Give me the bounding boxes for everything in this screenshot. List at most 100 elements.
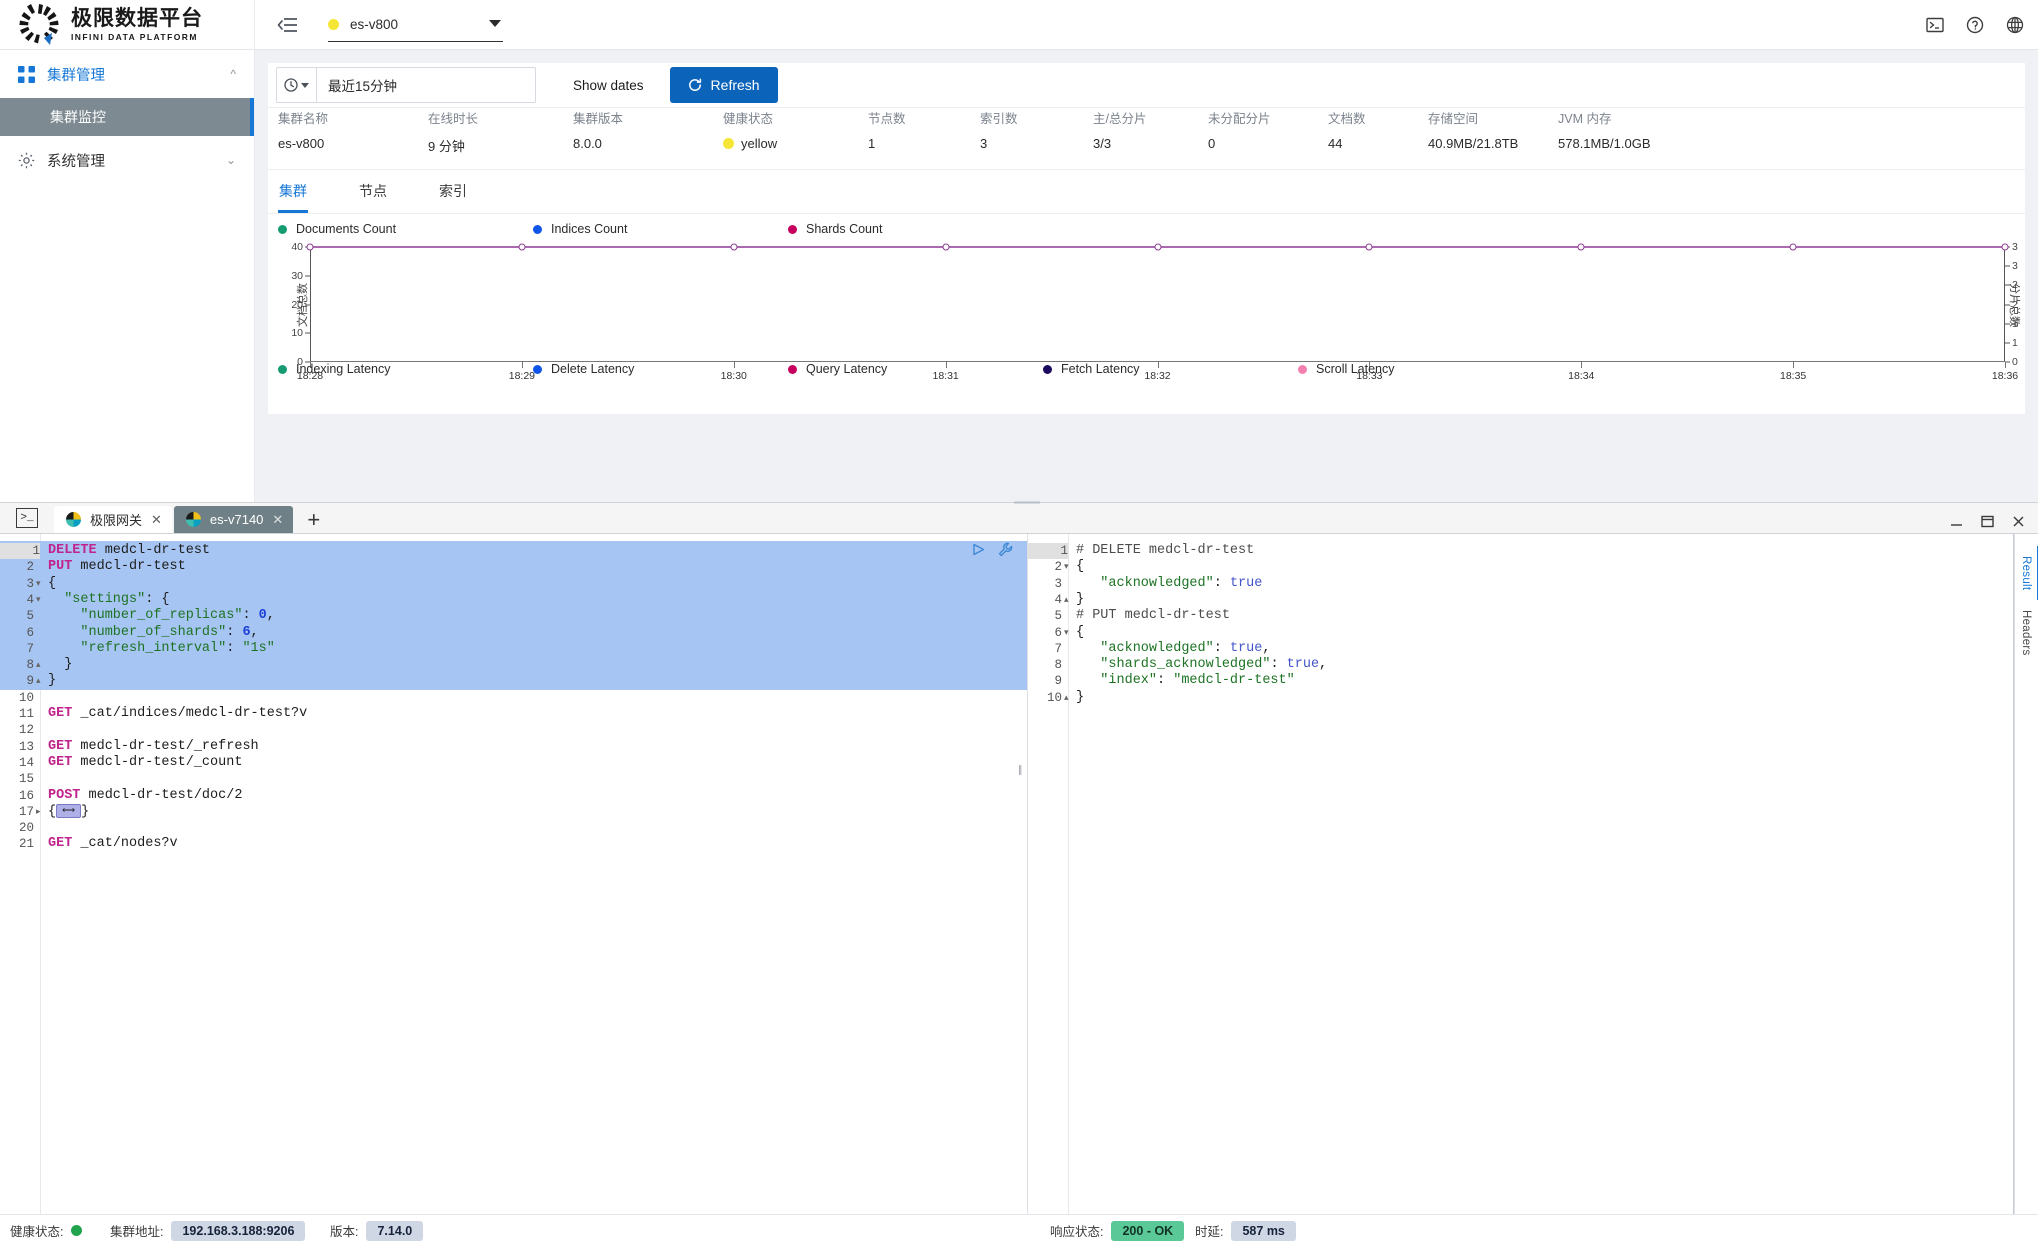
line-number: 7 bbox=[26, 641, 34, 656]
close-icon[interactable] bbox=[2011, 514, 2026, 529]
line-number: 1 bbox=[1028, 543, 1068, 560]
stat-label: 集群版本 bbox=[573, 112, 624, 126]
time-picker-trigger[interactable] bbox=[277, 68, 317, 102]
response-viewer[interactable]: 1 # DELETE medcl-dr-test 2 ▾{3 "acknowledge… bbox=[1028, 534, 2038, 1216]
refresh-button[interactable]: Refresh bbox=[669, 67, 778, 103]
code-fold-toggle[interactable]: ▴ bbox=[1064, 592, 1072, 608]
code-token: true bbox=[1229, 575, 1263, 591]
legend-item[interactable]: Fetch Latency bbox=[1043, 362, 1140, 376]
cluster-selector[interactable]: es-v800 bbox=[328, 8, 503, 42]
panel-resize-handle[interactable] bbox=[1014, 492, 1040, 504]
legend-item[interactable]: Indexing Latency bbox=[278, 362, 391, 376]
code-line: { bbox=[1076, 625, 1084, 641]
legend-item[interactable]: Query Latency bbox=[788, 362, 887, 376]
code-token: DELETE bbox=[48, 543, 97, 558]
stat-item: 节点数 1 bbox=[868, 108, 906, 151]
folded-code-widget[interactable]: ⟷ bbox=[56, 803, 82, 818]
rail-tab[interactable]: Result bbox=[2015, 546, 2038, 601]
tab-indices[interactable]: 索引 bbox=[438, 170, 468, 213]
status-badge: 192.168.3.188:9206 bbox=[171, 1220, 306, 1241]
run-play-icon[interactable] bbox=[971, 542, 986, 557]
code-line: "settings": { bbox=[48, 592, 169, 608]
code-token: { bbox=[48, 575, 57, 591]
sidebar-item-cluster-monitoring[interactable]: 集群监控 bbox=[0, 98, 254, 136]
chevron-up-icon: ^ bbox=[230, 67, 236, 81]
show-dates-link[interactable]: Show dates bbox=[573, 78, 644, 93]
pane-resize-handle[interactable]: ‖ bbox=[1018, 763, 1022, 780]
stat-value-text: es-v800 bbox=[278, 136, 325, 151]
stat-value: 3/3 bbox=[1093, 136, 1146, 151]
help-circle-icon[interactable] bbox=[1966, 16, 1984, 34]
legend-item[interactable]: Delete Latency bbox=[533, 362, 634, 376]
code-fold-toggle[interactable]: ▴ bbox=[1064, 690, 1072, 706]
code-line: } bbox=[48, 657, 72, 673]
y2-tick-mark bbox=[2005, 284, 2010, 286]
code-fold-toggle[interactable]: ▸ bbox=[36, 804, 44, 820]
line-number: 11 bbox=[18, 707, 34, 721]
line-number: 8 bbox=[26, 658, 34, 673]
infini-logo-icon bbox=[16, 2, 62, 48]
chart-series bbox=[310, 247, 2005, 362]
terminal-icon[interactable]: >_ bbox=[16, 508, 38, 528]
legend-item[interactable]: Documents Count bbox=[278, 222, 396, 236]
stat-value: 1 bbox=[868, 136, 906, 151]
globe-icon[interactable] bbox=[2006, 16, 2024, 34]
code-token: 0 bbox=[258, 608, 267, 624]
terminal-icon[interactable] bbox=[1926, 16, 1944, 34]
close-icon[interactable]: ✕ bbox=[151, 512, 162, 528]
code-fold-toggle[interactable]: ▴ bbox=[36, 673, 44, 689]
code-fold-toggle[interactable]: ▾ bbox=[36, 576, 44, 592]
brand-logo-area: 极限数据平台 INFINI DATA PLATFORM bbox=[0, 0, 255, 50]
console-tab[interactable]: es-v7140 ✕ bbox=[173, 506, 294, 533]
stat-value-text: yellow bbox=[741, 136, 778, 151]
code-line: POST medcl-dr-test/doc/2 bbox=[48, 788, 242, 804]
stat-item: 集群名称 es-v800 bbox=[278, 108, 328, 151]
editor-area: 1 DELETE medcl-dr-test 2 PUT medcl-dr-test 3… bbox=[0, 534, 2038, 1216]
console-tab[interactable]: 极限网关 ✕ bbox=[54, 506, 172, 533]
request-editor[interactable]: 1 DELETE medcl-dr-test 2 PUT medcl-dr-test 3… bbox=[0, 534, 1028, 1216]
stat-label: 文档数 bbox=[1328, 112, 1366, 126]
sidebar-group-cluster-management[interactable]: 集群管理 ^ bbox=[0, 50, 254, 98]
code-token: } bbox=[48, 657, 73, 673]
stat-value: 0 bbox=[1208, 136, 1271, 151]
stat-value-text: 44 bbox=[1328, 136, 1343, 151]
code-fold-toggle[interactable]: ▾ bbox=[1064, 625, 1072, 641]
code-token: } bbox=[48, 673, 57, 689]
rail-tab[interactable]: Headers bbox=[2015, 600, 2037, 666]
code-line: } bbox=[1076, 690, 1084, 706]
stat-label: 未分配分片 bbox=[1208, 112, 1271, 126]
legend-item[interactable]: Scroll Latency bbox=[1298, 362, 1395, 376]
line-number: 6 bbox=[26, 625, 34, 640]
legend-item[interactable]: Shards Count bbox=[788, 222, 882, 236]
y2-tick-mark bbox=[2005, 342, 2010, 344]
time-range-picker[interactable]: 最近15分钟 bbox=[276, 67, 536, 103]
stat-value-text: 1 bbox=[868, 136, 876, 151]
code-token: "refresh_interval" bbox=[48, 640, 227, 656]
close-icon[interactable]: ✕ bbox=[272, 512, 283, 528]
legend-item[interactable]: Indices Count bbox=[533, 222, 627, 236]
wrench-icon[interactable] bbox=[998, 542, 1013, 557]
code-token: : bbox=[1157, 673, 1174, 689]
sidebar-item-label: 集群监控 bbox=[50, 109, 106, 125]
line-number: 16 bbox=[18, 788, 34, 803]
code-token: medcl-dr-test bbox=[96, 543, 211, 558]
code-token: PUT bbox=[48, 559, 73, 575]
stat-label: JVM 内存 bbox=[1558, 112, 1612, 126]
status-item: 健康状态: bbox=[10, 1221, 83, 1240]
sidebar-group-system-management[interactable]: 系统管理 ⌄ bbox=[0, 136, 254, 184]
code-fold-toggle[interactable]: ▾ bbox=[1064, 559, 1072, 575]
minimize-icon[interactable] bbox=[1949, 514, 1964, 529]
plus-icon[interactable]: + bbox=[307, 509, 320, 531]
tab-cluster[interactable]: 集群 bbox=[278, 170, 308, 213]
collapse-sidebar-icon[interactable] bbox=[277, 14, 299, 36]
code-fold-toggle[interactable]: ▴ bbox=[36, 657, 44, 673]
legend-color-dot bbox=[278, 224, 287, 234]
stat-item: 文档数 44 bbox=[1328, 108, 1366, 151]
chart-tabs: 集群 节点 索引 bbox=[268, 170, 2025, 214]
maximize-icon[interactable] bbox=[1980, 514, 1995, 529]
code-token: GET bbox=[48, 706, 73, 721]
code-fold-toggle[interactable]: ▾ bbox=[36, 592, 44, 608]
tab-nodes[interactable]: 节点 bbox=[358, 170, 388, 213]
main-content: 最近15分钟 Show dates Refresh 集群名称 es-v800 在线时… bbox=[255, 50, 2038, 502]
sidebar-group-label: 集群管理 bbox=[47, 67, 105, 84]
